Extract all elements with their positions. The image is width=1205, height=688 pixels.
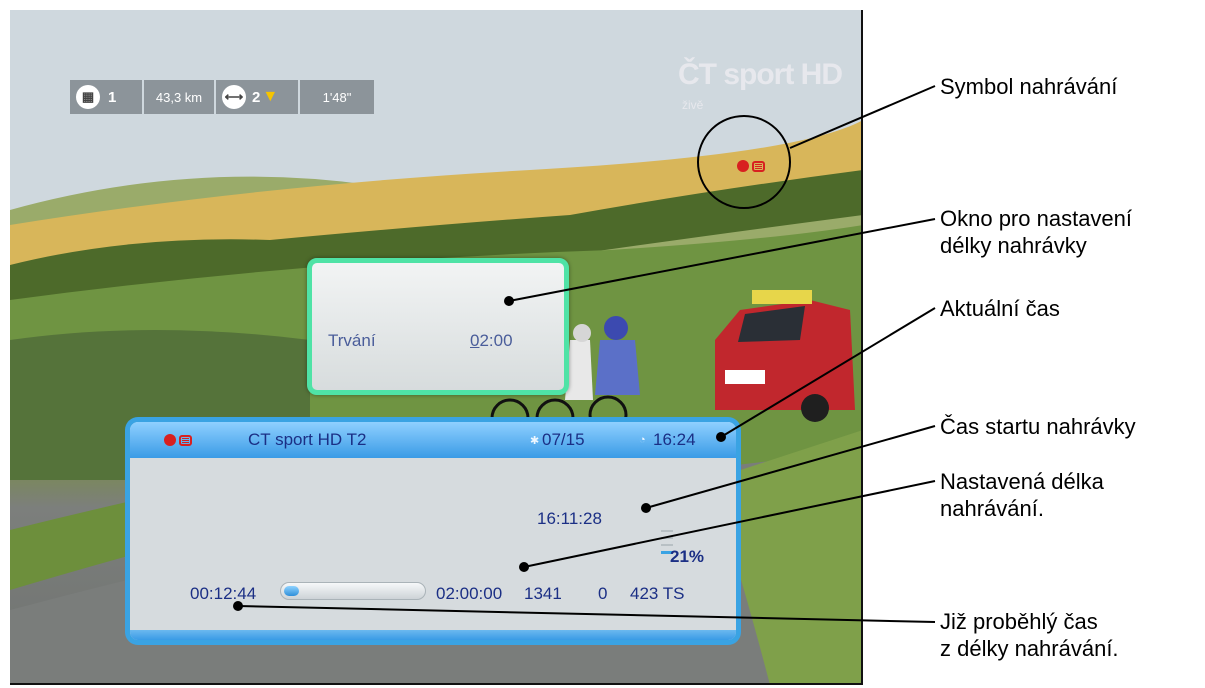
- callout-leaders: [233, 85, 936, 623]
- callout-duration-window-line2: délky nahrávky: [940, 233, 1087, 258]
- recording-symbol-circle: [697, 115, 791, 209]
- callout-duration-window-line1: Okno pro nastavení: [940, 206, 1133, 231]
- callout-elapsed: Již proběhlý čas z délky nahrávání.: [940, 608, 1119, 662]
- callout-recording-symbol: Symbol nahrávání: [940, 74, 1118, 99]
- callout-elapsed-line1: Již proběhlý čas: [940, 609, 1098, 634]
- callout-elapsed-line2: z délky nahrávání.: [940, 636, 1119, 661]
- callout-set-length-line2: nahrávání.: [940, 496, 1044, 521]
- callout-record-start: Čas startu nahrávky: [940, 414, 1136, 439]
- callout-current-time: Aktuální čas: [940, 296, 1060, 321]
- callout-set-length: Nastavená délka nahrávání.: [940, 468, 1104, 522]
- callout-duration-window: Okno pro nastavení délky nahrávky: [940, 205, 1132, 259]
- callout-set-length-line1: Nastavená délka: [940, 469, 1104, 494]
